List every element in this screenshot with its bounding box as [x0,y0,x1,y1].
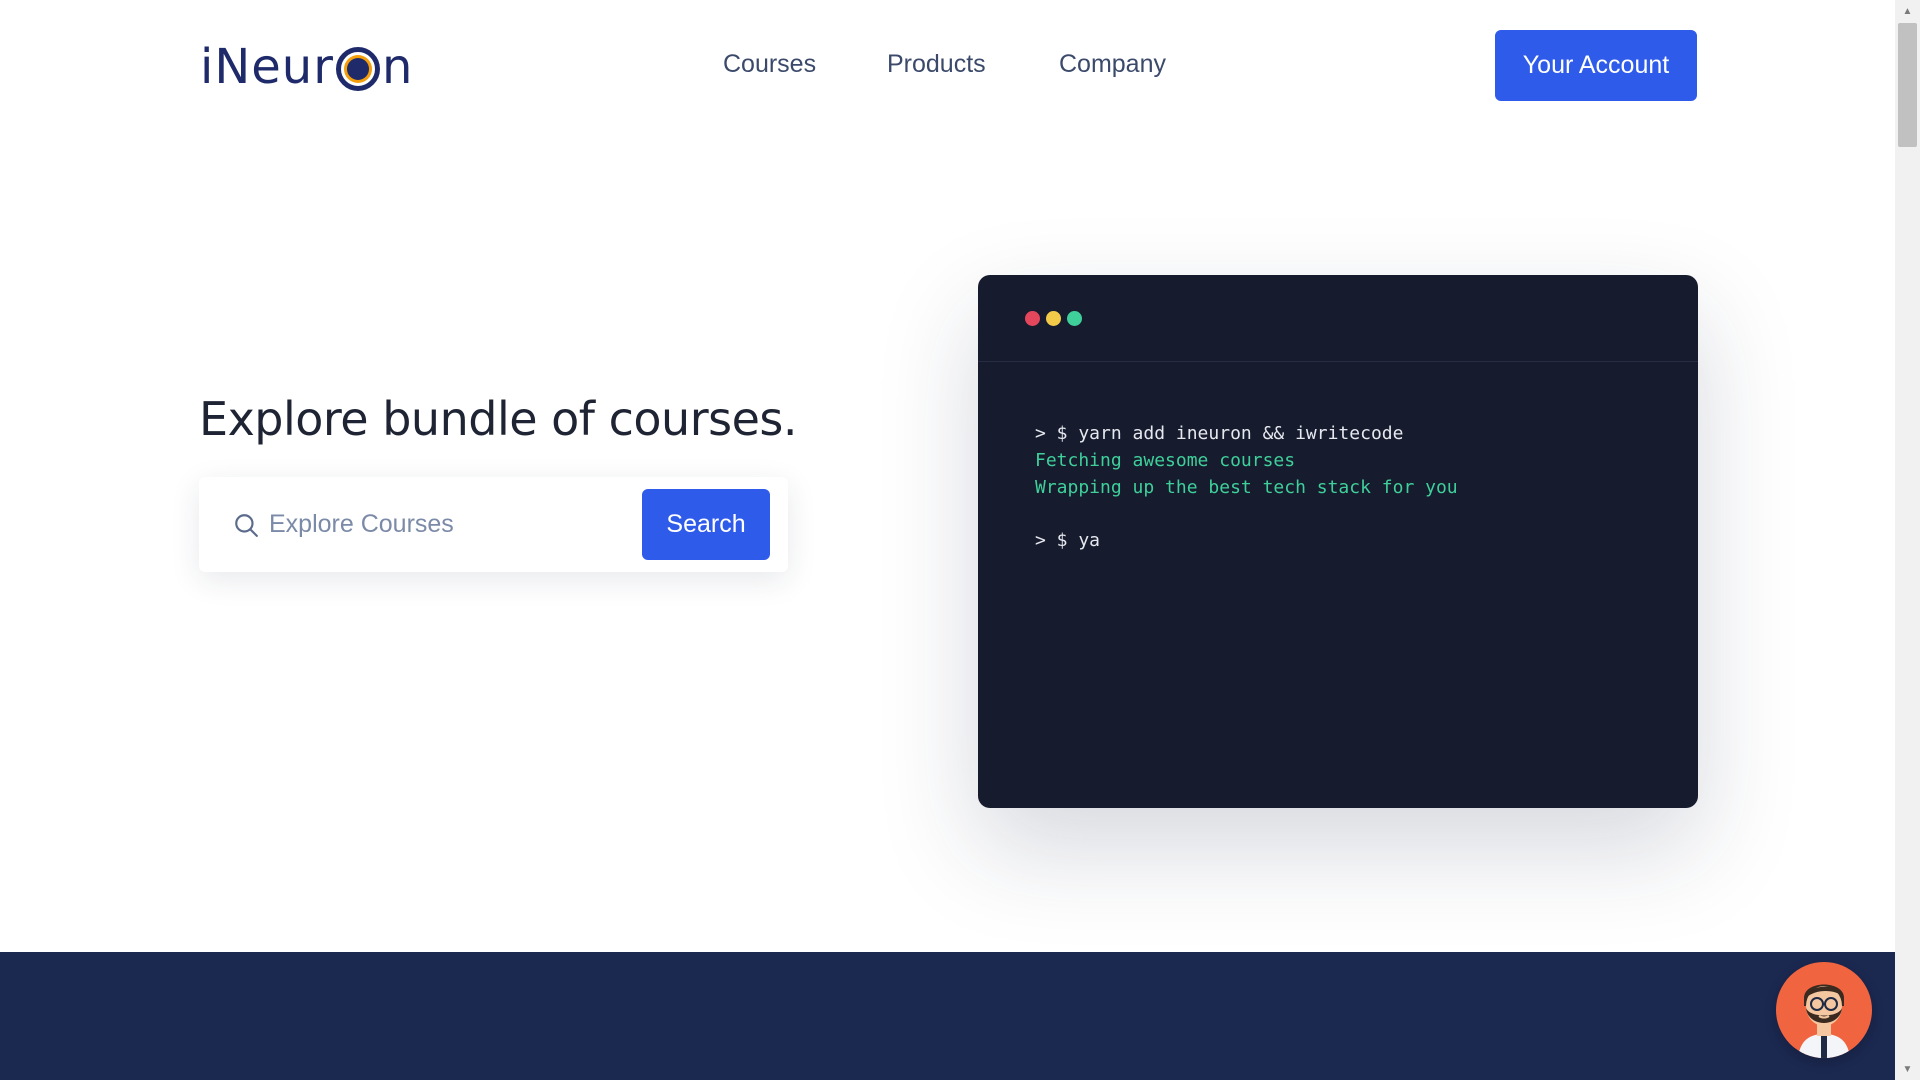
terminal-title-bar [978,275,1698,362]
footer-section [0,952,1895,1080]
terminal-line: > $ yarn add ineuron && iwritecode [1035,423,1404,444]
nav-products[interactable]: Products [887,50,986,79]
nav-company[interactable]: Company [1059,50,1166,79]
page: iNeur n Courses Products Company Your Acc… [0,0,1895,1080]
hero-title: Explore bundle of courses. [199,392,797,446]
search-button[interactable]: Search [642,489,770,560]
logo-text-end: n [381,39,414,95]
terminal-body: > $ yarn add ineuron && iwritecode Fetch… [1035,420,1458,554]
chat-avatar-illustration [1798,984,1850,1058]
logo-o-mark-icon [335,47,380,91]
terminal-maximize-dot-icon [1067,311,1082,326]
search-icon [235,514,258,537]
terminal-window: > $ yarn add ineuron && iwritecode Fetch… [978,275,1698,808]
search-input[interactable] [269,497,609,552]
terminal-line: Wrapping up the best tech stack for you [1035,477,1458,498]
vertical-scrollbar[interactable]: ▲ ▼ [1895,0,1920,1080]
terminal-close-dot-icon [1025,311,1040,326]
terminal-minimize-dot-icon [1046,311,1061,326]
nav-courses[interactable]: Courses [723,50,816,79]
search-box: Search [199,477,788,572]
scroll-up-arrow-icon[interactable]: ▲ [1895,0,1920,22]
terminal-line: Fetching awesome courses [1035,450,1296,471]
terminal-line-gap [1035,501,1458,527]
logo-text-start: iNeur [200,39,334,95]
logo[interactable]: iNeur n [200,38,413,96]
scroll-thumb[interactable] [1898,23,1917,147]
scroll-down-arrow-icon[interactable]: ▼ [1895,1058,1920,1080]
your-account-button[interactable]: Your Account [1495,30,1697,101]
terminal-line: > $ ya [1035,530,1101,551]
chat-avatar-icon[interactable] [1776,962,1872,1058]
